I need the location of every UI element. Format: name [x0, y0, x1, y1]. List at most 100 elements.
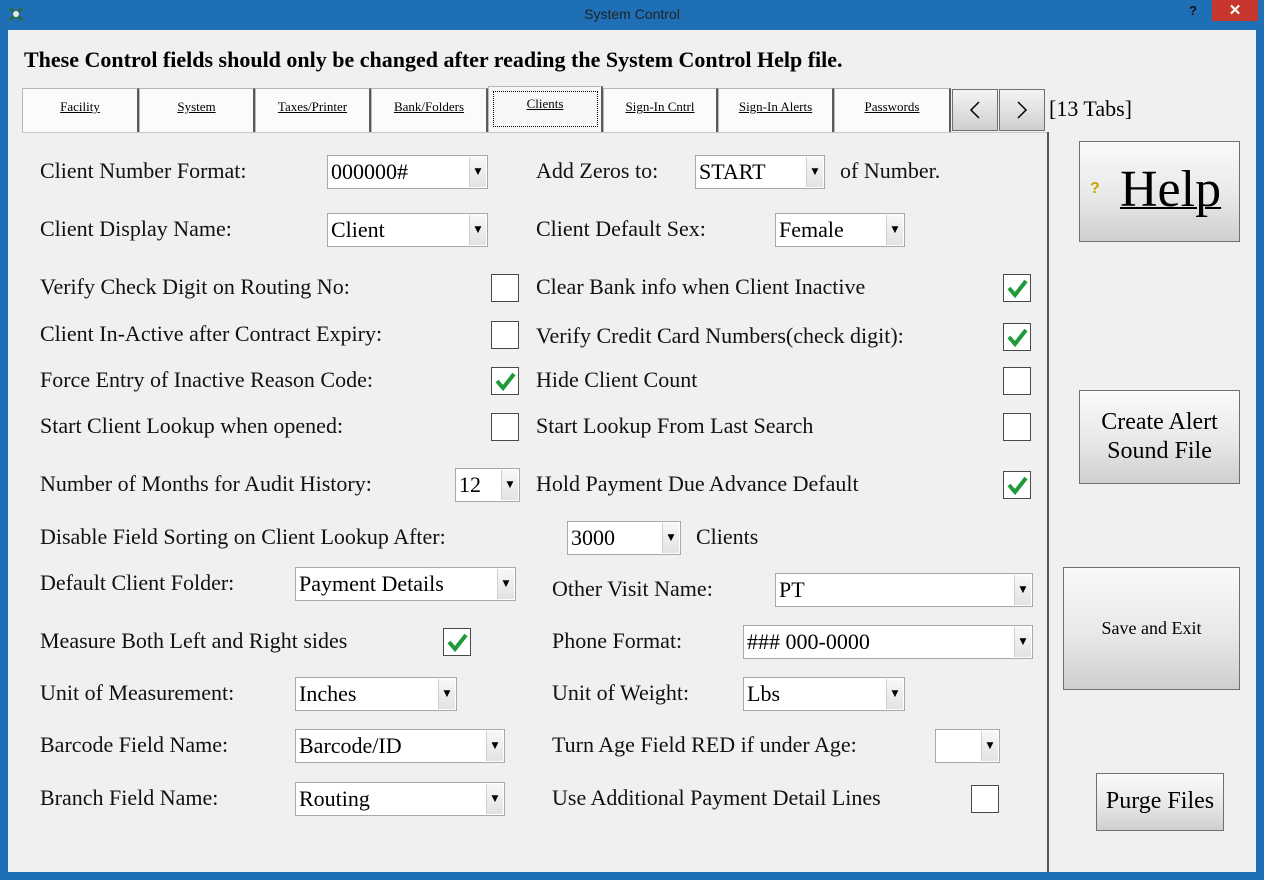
unit-measurement-select[interactable]: Inches ▼ [295, 677, 457, 711]
dropdown-arrow-icon: ▼ [469, 157, 486, 187]
other-visit-name-select[interactable]: PT ▼ [775, 573, 1033, 607]
checkmark-icon [447, 633, 468, 653]
dropdown-arrow-icon: ▼ [1014, 575, 1031, 605]
close-button[interactable]: ✕ [1212, 0, 1258, 21]
audit-history-label: Number of Months for Audit History: [40, 471, 372, 496]
help-button[interactable]: ? Help [1079, 141, 1240, 242]
unit-measurement-label: Unit of Measurement: [40, 680, 235, 705]
branch-field-label: Branch Field Name: [40, 785, 219, 810]
age-red-select[interactable]: ▼ [935, 729, 1000, 763]
tab-sign-in-alerts[interactable]: Sign-In Alerts [718, 88, 834, 132]
additional-payment-lines-label: Use Additional Payment Detail Lines [552, 785, 881, 810]
purge-files-label: Purge Files [1105, 788, 1215, 814]
checkmark-icon [1007, 328, 1028, 348]
tab-sign-in-cntrl[interactable]: Sign-In Cntrl [603, 88, 718, 132]
verify-check-digit-label: Verify Check Digit on Routing No: [40, 274, 350, 299]
checkmark-icon [1007, 476, 1028, 496]
client-number-format-select[interactable]: 000000# ▼ [327, 155, 488, 189]
checkmark-icon [495, 372, 516, 392]
dropdown-arrow-icon: ▼ [1014, 627, 1031, 657]
dropdown-arrow-icon: ▼ [662, 523, 679, 553]
start-lookup-last-checkbox[interactable] [1003, 413, 1031, 441]
other-visit-name-label: Other Visit Name: [552, 576, 713, 601]
create-alert-sound-button[interactable]: Create Alert Sound File [1079, 390, 1240, 484]
tab-scroll-right-button[interactable] [999, 89, 1045, 131]
panel-divider-top [22, 132, 1049, 133]
dropdown-arrow-icon: ▼ [501, 470, 518, 500]
save-and-exit-button[interactable]: Save and Exit [1063, 567, 1240, 690]
dropdown-arrow-icon: ▼ [486, 784, 503, 814]
age-red-label: Turn Age Field RED if under Age: [552, 732, 857, 757]
tab-count: [13 Tabs] [1049, 96, 1132, 121]
audit-history-select[interactable]: 12 ▼ [455, 468, 520, 502]
measure-both-sides-checkbox[interactable] [443, 628, 471, 656]
disable-sorting-suffix: Clients [696, 524, 759, 549]
force-inactive-reason-label: Force Entry of Inactive Reason Code: [40, 367, 373, 392]
measure-both-sides-label: Measure Both Left and Right sides [40, 628, 348, 653]
tab-facility[interactable]: Facility [22, 88, 139, 132]
phone-format-label: Phone Format: [552, 628, 683, 653]
verify-credit-card-checkbox[interactable] [1003, 323, 1031, 351]
dropdown-arrow-icon: ▼ [486, 731, 503, 761]
hide-client-count-label: Hide Client Count [536, 367, 698, 392]
add-zeros-label: Add Zeros to: [536, 158, 659, 183]
chevron-right-icon [1017, 101, 1028, 119]
unit-weight-label: Unit of Weight: [552, 680, 690, 705]
add-zeros-select[interactable]: START ▼ [695, 155, 825, 189]
client-default-sex-label: Client Default Sex: [536, 216, 706, 241]
clear-bank-info-label: Clear Bank info when Client Inactive [536, 274, 866, 299]
client-display-name-label: Client Display Name: [40, 216, 232, 241]
hold-payment-due-label: Hold Payment Due Advance Default [536, 471, 859, 496]
dropdown-arrow-icon: ▼ [438, 679, 455, 709]
dropdown-arrow-icon: ▼ [981, 731, 998, 761]
warning-text: These Control fields should only be chan… [24, 47, 843, 72]
verify-credit-card-label: Verify Credit Card Numbers(check digit): [536, 323, 904, 348]
dropdown-arrow-icon: ▼ [806, 157, 823, 187]
clear-bank-info-checkbox[interactable] [1003, 274, 1031, 302]
start-lookup-opened-label: Start Client Lookup when opened: [40, 413, 344, 438]
title-help-button[interactable]: ? [1189, 3, 1197, 18]
tab-clients[interactable]: Clients [488, 86, 603, 132]
create-alert-label-line2: Sound File [1107, 438, 1212, 464]
barcode-field-select[interactable]: Barcode/ID ▼ [295, 729, 505, 763]
checkmark-icon [1007, 279, 1028, 299]
panel-divider [1047, 132, 1049, 872]
unit-weight-select[interactable]: Lbs ▼ [743, 677, 905, 711]
client-display-name-select[interactable]: Client ▼ [327, 213, 488, 247]
hide-client-count-checkbox[interactable] [1003, 367, 1031, 395]
dropdown-arrow-icon: ▼ [886, 215, 903, 245]
phone-format-select[interactable]: ### 000-0000 ▼ [743, 625, 1033, 659]
verify-check-digit-checkbox[interactable] [491, 274, 519, 302]
inactive-after-expiry-checkbox[interactable] [491, 321, 519, 349]
start-lookup-last-label: Start Lookup From Last Search [536, 413, 814, 438]
tab-taxes-printer[interactable]: Taxes/Printer [255, 88, 371, 132]
disable-sorting-select[interactable]: 3000 ▼ [567, 521, 681, 555]
purge-files-button[interactable]: Purge Files [1096, 773, 1224, 831]
default-client-folder-label: Default Client Folder: [40, 570, 235, 595]
save-and-exit-label: Save and Exit [1101, 618, 1202, 638]
chevron-left-icon [969, 101, 980, 119]
disable-sorting-label: Disable Field Sorting on Client Lookup A… [40, 524, 446, 549]
default-client-folder-select[interactable]: Payment Details ▼ [295, 567, 516, 601]
force-inactive-reason-checkbox[interactable] [491, 367, 519, 395]
start-lookup-opened-checkbox[interactable] [491, 413, 519, 441]
additional-payment-lines-checkbox[interactable] [971, 785, 999, 813]
window-title: System Control [584, 6, 680, 22]
dialog-body: These Control fields should only be chan… [8, 30, 1256, 872]
create-alert-label-line1: Create Alert [1101, 409, 1218, 435]
tab-passwords[interactable]: Passwords [834, 88, 951, 132]
dropdown-arrow-icon: ▼ [886, 679, 903, 709]
barcode-field-label: Barcode Field Name: [40, 732, 229, 757]
question-icon: ? [1090, 180, 1100, 197]
tab-scroll-left-button[interactable] [952, 89, 998, 131]
tab-bank-folders[interactable]: Bank/Folders [371, 88, 488, 132]
client-number-format-label: Client Number Format: [40, 158, 247, 183]
hold-payment-due-checkbox[interactable] [1003, 471, 1031, 499]
client-default-sex-select[interactable]: Female ▼ [775, 213, 905, 247]
tab-system[interactable]: System [139, 88, 255, 132]
branch-field-select[interactable]: Routing ▼ [295, 782, 505, 816]
inactive-after-expiry-label: Client In-Active after Contract Expiry: [40, 321, 383, 346]
dropdown-arrow-icon: ▼ [469, 215, 486, 245]
help-button-label: Help [1120, 161, 1222, 218]
add-zeros-suffix: of Number. [840, 158, 941, 183]
